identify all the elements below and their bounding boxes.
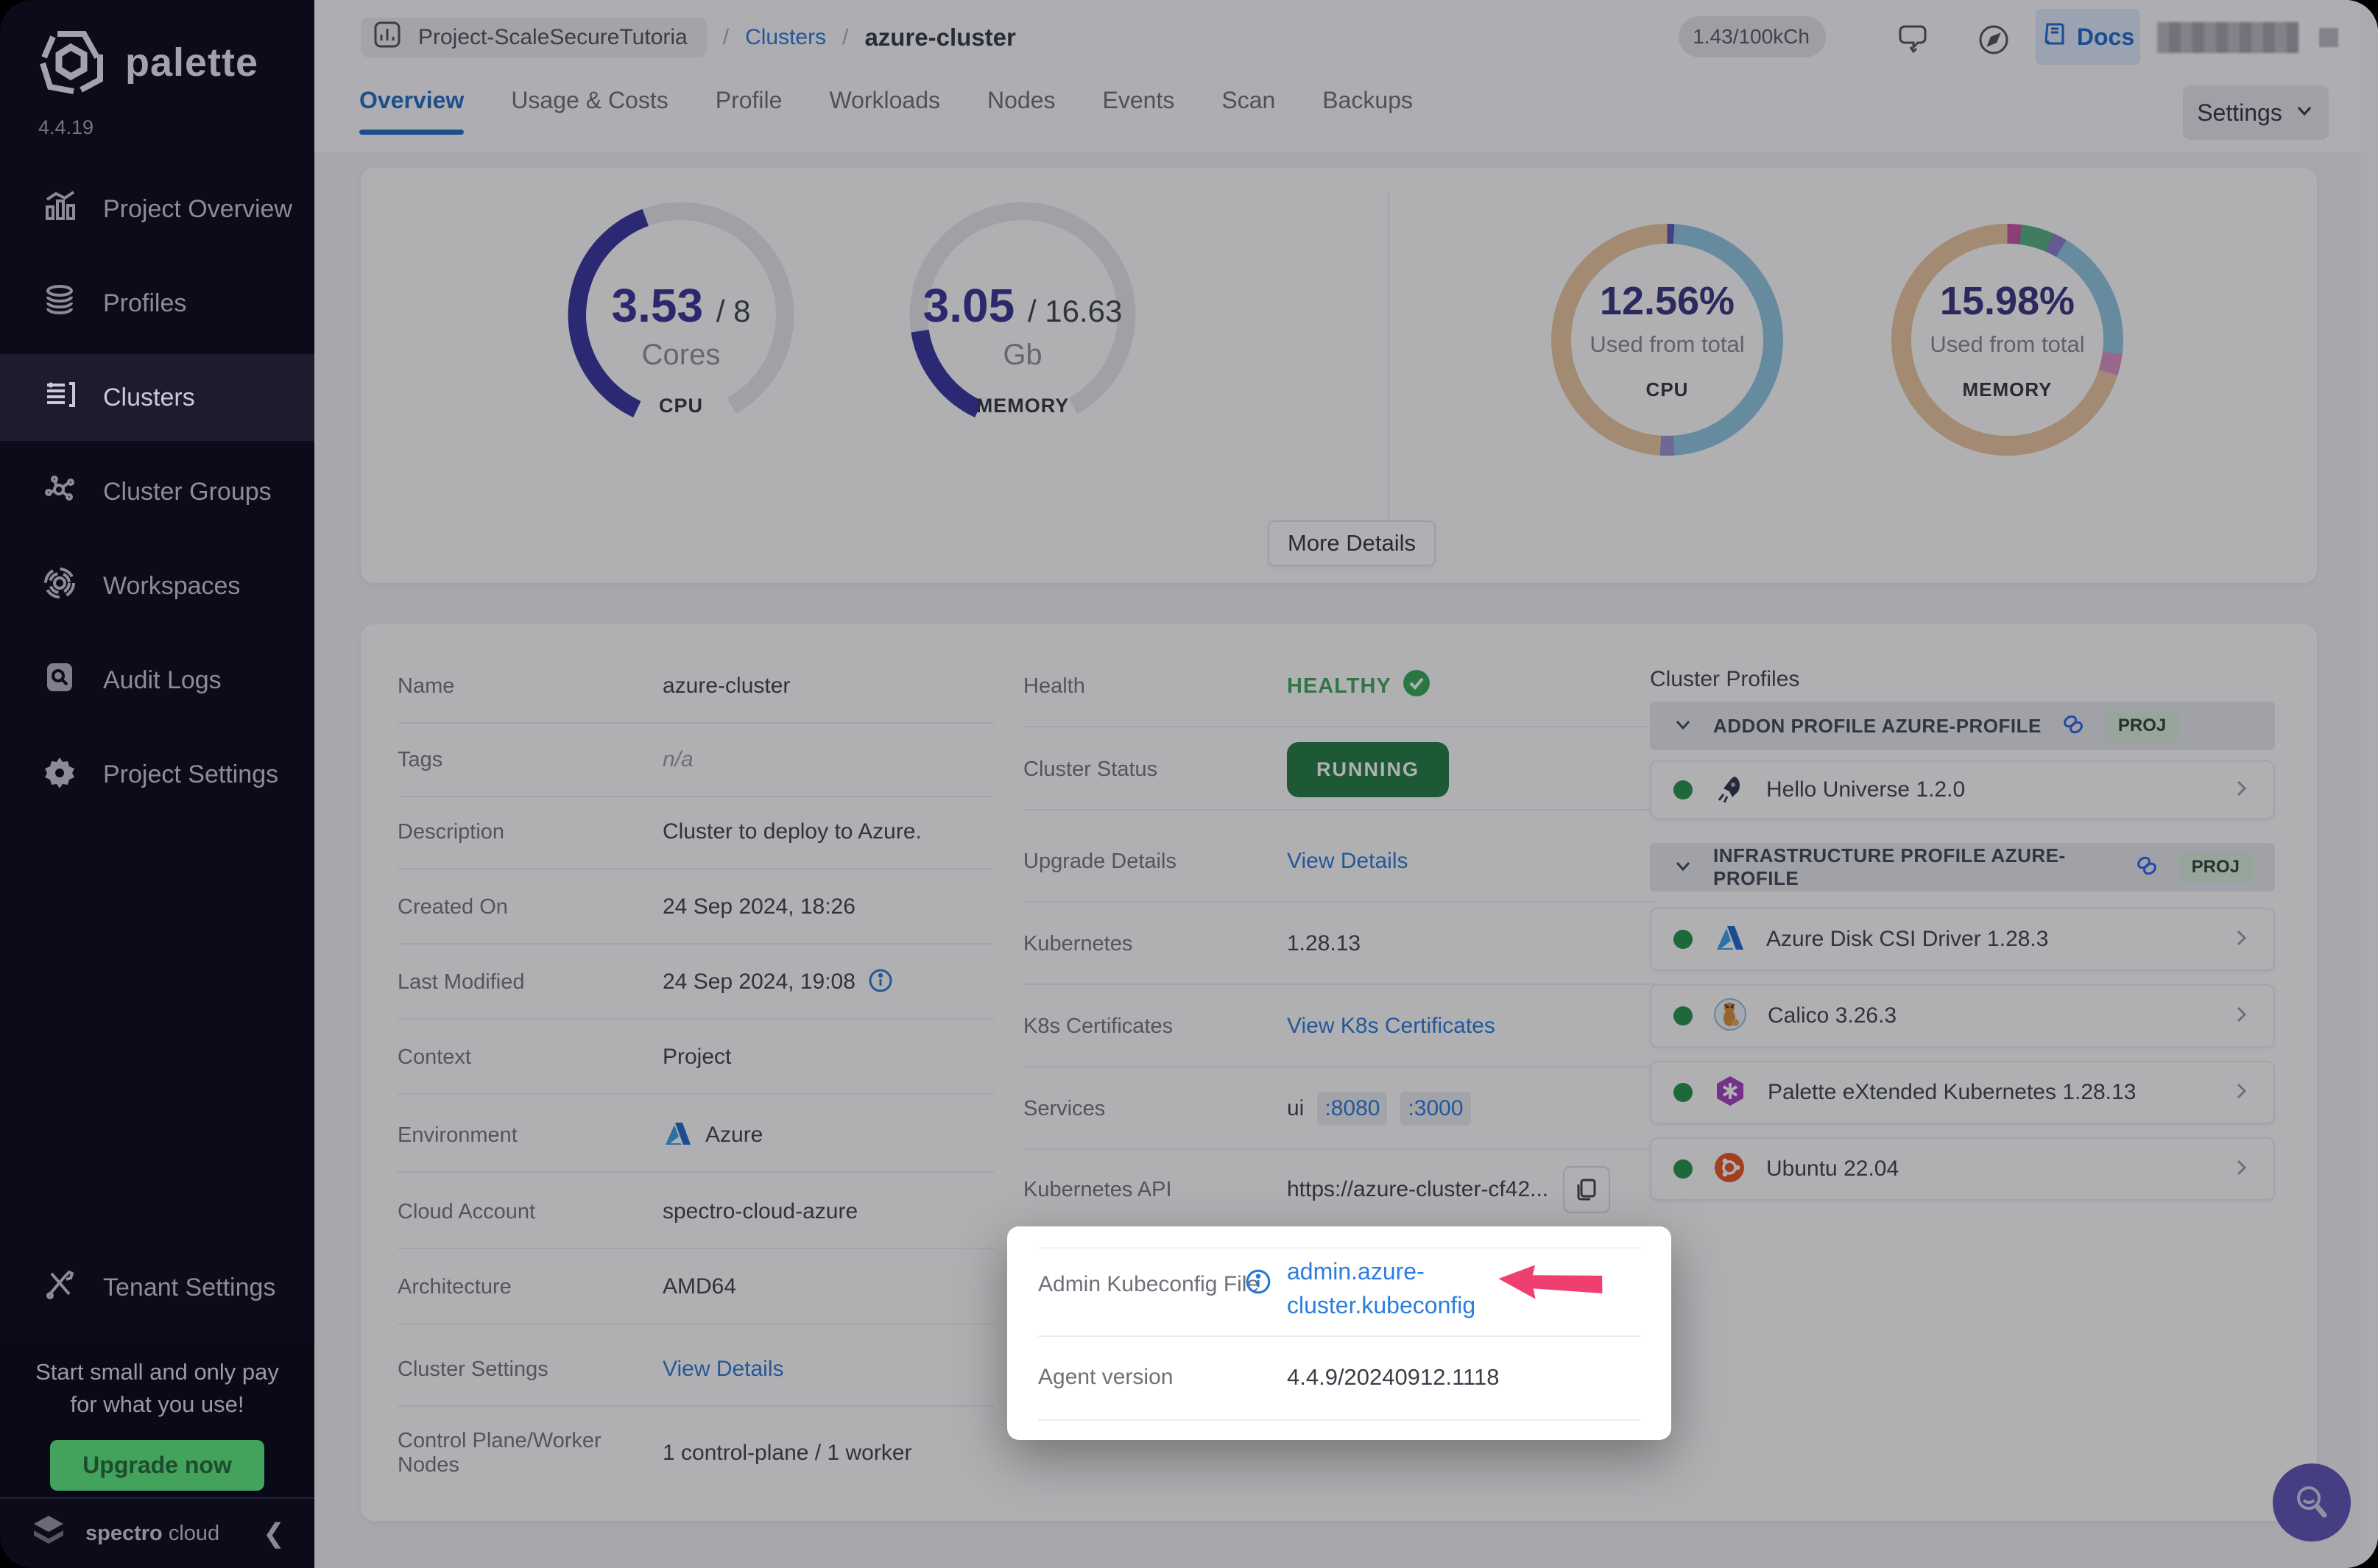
sidebar-item-audit-logs[interactable]: Audit Logs bbox=[0, 637, 314, 724]
main-area: Project-ScaleSecureTutoria / Clusters / … bbox=[314, 0, 2378, 1568]
footer-brand: spectro cloud bbox=[85, 1521, 220, 1545]
sidebar-item-label: Clusters bbox=[103, 383, 195, 412]
nodes-icon bbox=[43, 472, 77, 512]
kubeconfig-download-link[interactable]: admin.azure- cluster.kubeconfig bbox=[1287, 1254, 1475, 1322]
sidebar-footer: spectro cloud ❮ bbox=[0, 1497, 314, 1568]
divider bbox=[1038, 1247, 1640, 1249]
layers-icon bbox=[43, 283, 77, 324]
upsell-panel: Start small and only pay for what you us… bbox=[0, 1338, 314, 1497]
sidebar-item-label: Profiles bbox=[103, 289, 187, 317]
info-icon[interactable] bbox=[1244, 1268, 1272, 1299]
sidebar-item-workspaces[interactable]: Workspaces bbox=[0, 543, 314, 629]
sidebar-item-label: Tenant Settings bbox=[103, 1273, 276, 1302]
sidebar: palette 4.4.19 Project Overview Profiles… bbox=[0, 0, 314, 1568]
sidebar-item-tenant-settings[interactable]: Tenant Settings bbox=[0, 1244, 314, 1331]
tools-icon bbox=[43, 1268, 77, 1308]
sidebar-item-profiles[interactable]: Profiles bbox=[0, 260, 314, 347]
sidebar-item-label: Cluster Groups bbox=[103, 477, 272, 506]
sidebar-item-clusters[interactable]: Clusters bbox=[0, 354, 314, 441]
upsell-text: Start small and only pay for what you us… bbox=[35, 1359, 279, 1417]
collapse-sidebar-chevron[interactable]: ❮ bbox=[263, 1518, 285, 1549]
sidebar-item-label: Audit Logs bbox=[103, 665, 222, 694]
pointer-arrow bbox=[1494, 1257, 1607, 1315]
app-version: 4.4.19 bbox=[38, 116, 94, 138]
audit-log-icon bbox=[43, 660, 77, 701]
upgrade-now-button[interactable]: Upgrade now bbox=[50, 1440, 264, 1491]
bar-chart-icon bbox=[43, 189, 77, 230]
brand-name: palette bbox=[125, 40, 259, 85]
divider bbox=[1038, 1335, 1640, 1337]
server-icon bbox=[43, 378, 77, 418]
app-window: palette 4.4.19 Project Overview Profiles… bbox=[0, 0, 2378, 1568]
gear-icon bbox=[43, 755, 77, 795]
sidebar-item-cluster-groups[interactable]: Cluster Groups bbox=[0, 448, 314, 535]
palette-logo-icon bbox=[35, 25, 106, 99]
orbit-icon bbox=[43, 566, 77, 607]
kubeconfig-spotlight-card: Admin Kubeconfig File admin.azure- clust… bbox=[1007, 1226, 1671, 1440]
sidebar-item-project-settings[interactable]: Project Settings bbox=[0, 731, 314, 818]
sidebar-item-label: Project Overview bbox=[103, 194, 292, 223]
sidebar-item-label: Workspaces bbox=[103, 571, 241, 600]
divider bbox=[1038, 1419, 1640, 1421]
field-label: Agent version bbox=[1038, 1365, 1174, 1389]
field-label: Admin Kubeconfig File bbox=[1038, 1272, 1260, 1296]
agent-version-value: 4.4.9/20240912.1118 bbox=[1287, 1364, 1500, 1390]
sidebar-item-project-overview[interactable]: Project Overview bbox=[0, 166, 314, 252]
sidebar-item-label: Project Settings bbox=[103, 760, 279, 788]
spectro-cloud-logo bbox=[29, 1513, 68, 1555]
